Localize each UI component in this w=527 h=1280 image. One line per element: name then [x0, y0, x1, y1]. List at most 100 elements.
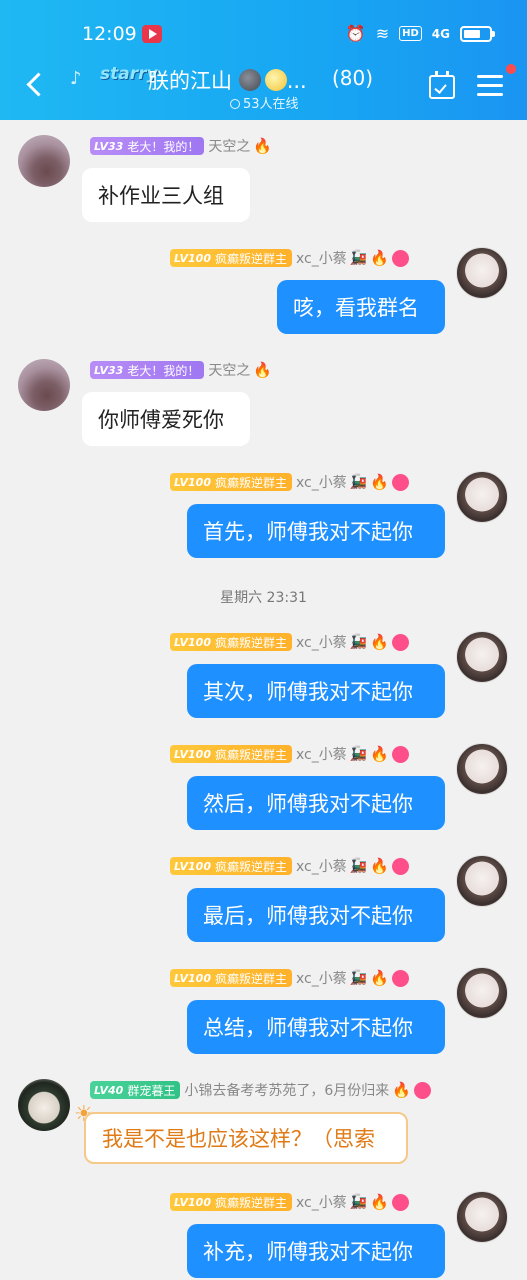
level-badge: LV40 群宠暮王 [90, 1081, 181, 1099]
level-badge: LV100 疯癫叛逆群主 [170, 745, 292, 763]
message-bubble[interactable]: 首先，师傅我对不起你 [187, 504, 445, 558]
chat-header: 12:09 ⏰ ≋ HD 4G ♪ starry 朕的江山 ... (80) 5… [0, 0, 527, 120]
smile-icon [413, 1081, 431, 1099]
fire-icon: 🔥 [370, 633, 389, 651]
smile-icon [391, 1193, 409, 1211]
message-bubble[interactable]: 我是不是也应该这样？（思索 [84, 1112, 408, 1164]
avatar[interactable] [456, 967, 508, 1019]
level-badge: LV33 老大！我的！ [90, 137, 205, 155]
nickname: xc_小蔡 [296, 859, 347, 875]
level-badge: LV100 疯癫叛逆群主 [170, 969, 292, 987]
sender-info: LV100 疯癫叛逆群主 xc_小蔡 🚂 🔥 [170, 857, 409, 875]
smile-icon [391, 745, 409, 763]
message-bubble[interactable]: 最后，师傅我对不起你 [187, 888, 445, 942]
menu-button[interactable] [477, 75, 503, 97]
fire-icon: 🔥 [392, 1081, 411, 1099]
train-icon: 🚂 [349, 250, 368, 266]
status-bar: 12:09 ⏰ ≋ HD 4G [0, 20, 527, 50]
fire-icon: 🔥 [253, 361, 273, 379]
calendar-check-icon[interactable] [429, 71, 455, 99]
avatar[interactable] [18, 1079, 70, 1131]
nickname: 小锦去备考考苏苑了，6月份归来 [184, 1083, 390, 1099]
title-ellipsis: ... [286, 69, 307, 93]
avatar[interactable] [456, 743, 508, 795]
status-icons: ⏰ ≋ HD 4G [345, 24, 495, 43]
train-icon: 🚂 [349, 970, 368, 986]
train-icon: 🚂 [349, 858, 368, 874]
fire-icon: 🔥 [370, 1193, 389, 1211]
fire-icon: 🔥 [370, 857, 389, 875]
dark-moon-icon [238, 69, 261, 91]
screen-record-icon [142, 25, 162, 43]
message-bubble[interactable]: 总结，师傅我对不起你 [187, 1000, 445, 1054]
fire-icon: 🔥 [253, 137, 273, 155]
sender-info: LV33 老大！我的！ 天空之 🔥 [90, 137, 272, 155]
nickname: xc_小蔡 [296, 971, 347, 987]
back-button[interactable] [22, 70, 52, 100]
avatar[interactable] [18, 359, 70, 411]
level-badge: LV100 疯癫叛逆群主 [170, 857, 292, 875]
avatar[interactable] [456, 1191, 508, 1243]
fire-icon: 🔥 [370, 249, 389, 267]
avatar[interactable] [456, 631, 508, 683]
avatar[interactable] [456, 855, 508, 907]
avatar[interactable] [18, 135, 70, 187]
smile-icon [391, 249, 409, 267]
smile-icon [391, 857, 409, 875]
nickname: xc_小蔡 [296, 251, 347, 267]
nickname: 天空之 [208, 139, 251, 155]
level-badge: LV100 疯癫叛逆群主 [170, 473, 292, 491]
message-bubble[interactable]: 其次，师傅我对不起你 [187, 664, 445, 718]
level-badge: LV100 疯癫叛逆群主 [170, 633, 292, 651]
fire-icon: 🔥 [370, 745, 389, 763]
online-count: 53人在线 [243, 97, 299, 112]
sender-info: LV100 疯癫叛逆群主 xc_小蔡 🚂 🔥 [170, 969, 409, 987]
train-icon: 🚂 [349, 746, 368, 762]
notification-dot [506, 64, 516, 74]
online-status: 53人在线 [230, 93, 299, 112]
smile-moon-icon [264, 69, 287, 91]
battery-icon [460, 25, 495, 42]
avatar[interactable] [456, 247, 508, 299]
level-badge: LV33 老大！我的！ [90, 361, 205, 379]
smile-icon [391, 969, 409, 987]
train-icon: 🚂 [349, 474, 368, 490]
hd-icon: HD [399, 26, 422, 41]
sender-info: LV40 群宠暮王 小锦去备考考苏苑了，6月份归来 🔥 [90, 1081, 431, 1099]
nav-bar: ♪ starry 朕的江山 ... (80) 53人在线 [0, 58, 527, 118]
message-bubble[interactable]: 补充，师傅我对不起你 [187, 1224, 445, 1278]
nickname: xc_小蔡 [296, 1195, 347, 1211]
message-bubble[interactable]: 然后，师傅我对不起你 [187, 776, 445, 830]
sender-info: LV100 疯癫叛逆群主 xc_小蔡 🚂 🔥 [170, 249, 409, 267]
online-icon [230, 99, 240, 109]
message-bubble[interactable]: 你师傅爱死你 [82, 392, 250, 446]
sender-info: LV33 老大！我的！ 天空之 🔥 [90, 361, 272, 379]
sender-info: LV100 疯癫叛逆群主 xc_小蔡 🚂 🔥 [170, 633, 409, 651]
alarm-icon: ⏰ [345, 24, 366, 43]
smile-icon [391, 473, 409, 491]
nickname: xc_小蔡 [296, 635, 347, 651]
level-badge: LV100 疯癫叛逆群主 [170, 249, 292, 267]
sender-info: LV100 疯癫叛逆群主 xc_小蔡 🚂 🔥 [170, 745, 409, 763]
wifi-icon: ≋ [375, 24, 390, 43]
member-count: (80) [332, 66, 374, 90]
avatar[interactable] [456, 471, 508, 523]
smile-icon [391, 633, 409, 651]
sender-info: LV100 疯癫叛逆群主 xc_小蔡 🚂 🔥 [170, 473, 409, 491]
group-title[interactable]: 朕的江山 ... [148, 65, 307, 95]
group-name: 朕的江山 [148, 69, 232, 93]
sender-info: LV100 疯癫叛逆群主 xc_小蔡 🚂 🔥 [170, 1193, 409, 1211]
nickname: 天空之 [208, 363, 251, 379]
status-time: 12:09 [82, 23, 137, 45]
message-bubble[interactable]: 咳，看我群名 [277, 280, 445, 334]
level-badge: LV100 疯癫叛逆群主 [170, 1193, 292, 1211]
nickname: xc_小蔡 [296, 475, 347, 491]
fire-icon: 🔥 [370, 969, 389, 987]
ear-icon[interactable]: ♪ [70, 68, 82, 89]
fire-icon: 🔥 [370, 473, 389, 491]
train-icon: 🚂 [349, 634, 368, 650]
chat-timestamp: 星期六 23:31 [220, 590, 307, 606]
message-bubble[interactable]: 补作业三人组 [82, 168, 250, 222]
signal-icon: 4G [431, 26, 450, 41]
train-icon: 🚂 [349, 1194, 368, 1210]
